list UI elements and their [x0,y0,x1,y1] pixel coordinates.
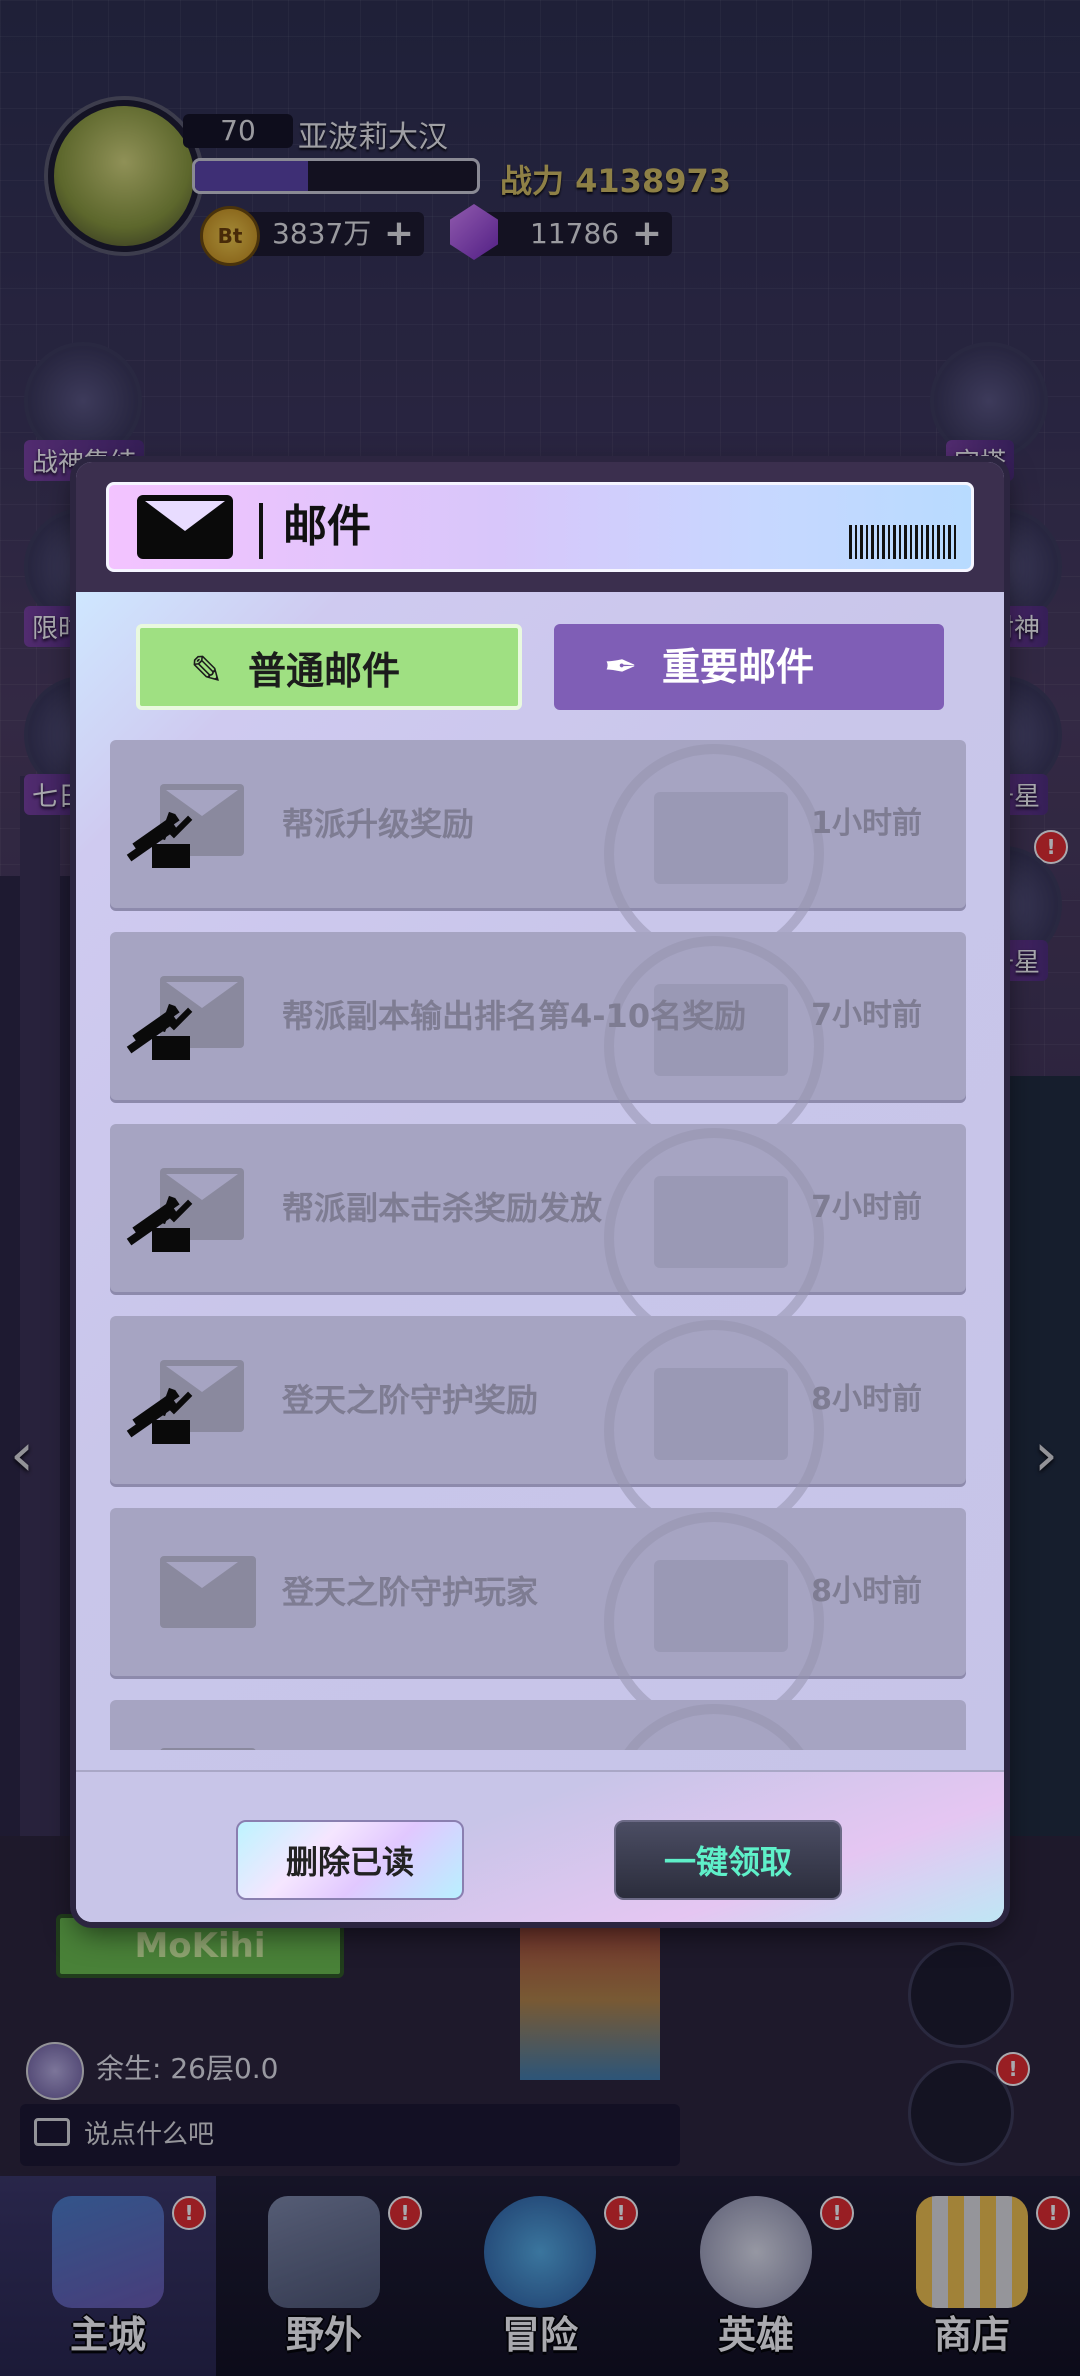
mail-subject: 登天之阶守护玩家 [282,1573,539,1611]
tab-normal-mail[interactable]: ✎ 普通邮件 [136,624,522,710]
mail-list-item[interactable]: 登天之阶守护奖励 8小时前 [110,1316,966,1540]
gift-attachment-icon [124,798,194,868]
mail-envelope-icon [137,495,233,559]
mail-subject: 登天之阶守护奖励 [282,1381,539,1419]
envelope-icon [160,1556,256,1628]
mail-time: 7小时前 [811,1190,922,1225]
mail-dialog-footer [76,1772,1004,1922]
gift-attachment-icon [124,1374,194,1444]
mail-subject: 帮派副本输出排名第4-10名奖励 [282,997,747,1035]
mail-time: 8小时前 [811,1382,922,1417]
mail-list-item[interactable]: 登天之阶守护玩家 8小时前 [110,1508,966,1732]
mail-list-item[interactable]: 帮派副本击杀奖励发放 7小时前 [110,1124,966,1348]
mail-time: 1小时前 [811,806,922,841]
mail-list-item[interactable]: 帮派副本输出排名第4-10名奖励 7小时前 [110,932,966,1156]
watermark-envelope-icon [654,1368,788,1460]
watermark-envelope-icon [654,1176,788,1268]
mail-subject: 帮派副本击杀奖励发放 [282,1189,603,1227]
mail-title-bar: 邮件 [106,482,974,572]
gift-attachment-icon [124,1182,194,1252]
mail-subject: 帮派升级奖励 [282,805,475,843]
mail-list[interactable]: 帮派升级奖励 1小时前 帮派副本输出排名第4-10名奖励 7小时前 帮派副本击杀奖励发放… [110,740,966,1750]
mail-dialog: 邮件 ✎ 普通邮件 ✒ 重要邮件 帮派升级奖励 1小时前帮派副本输出排名第4-10… [76,462,1004,1922]
barcode-decoration-icon [849,525,959,559]
delete-read-button[interactable]: 删除已读 [236,1820,464,1900]
mail-list-item[interactable] [110,1700,966,1750]
tab-label: 重要邮件 [662,645,815,689]
claim-all-button[interactable]: 一键领取 [614,1820,842,1900]
title-divider [259,503,263,559]
watermark-envelope-icon [654,792,788,884]
mail-time: 8小时前 [811,1574,922,1609]
feather-icon: ✎ [190,648,224,694]
tab-label: 普通邮件 [248,649,401,693]
watermark-circle [604,1704,824,1750]
gift-attachment-icon [124,990,194,1060]
watermark-envelope-icon [654,1560,788,1652]
mail-list-item[interactable]: 帮派升级奖励 1小时前 [110,740,966,964]
envelope-icon [160,1748,256,1750]
mail-dialog-header: 邮件 [76,462,1004,592]
quill-icon: ✒ [604,644,638,690]
mail-dialog-body: ✎ 普通邮件 ✒ 重要邮件 帮派升级奖励 1小时前帮派副本输出排名第4-10名奖励… [76,592,1004,1922]
tab-important-mail[interactable]: ✒ 重要邮件 [554,624,944,710]
mail-time: 7小时前 [811,998,922,1033]
mail-title: 邮件 [283,501,371,552]
